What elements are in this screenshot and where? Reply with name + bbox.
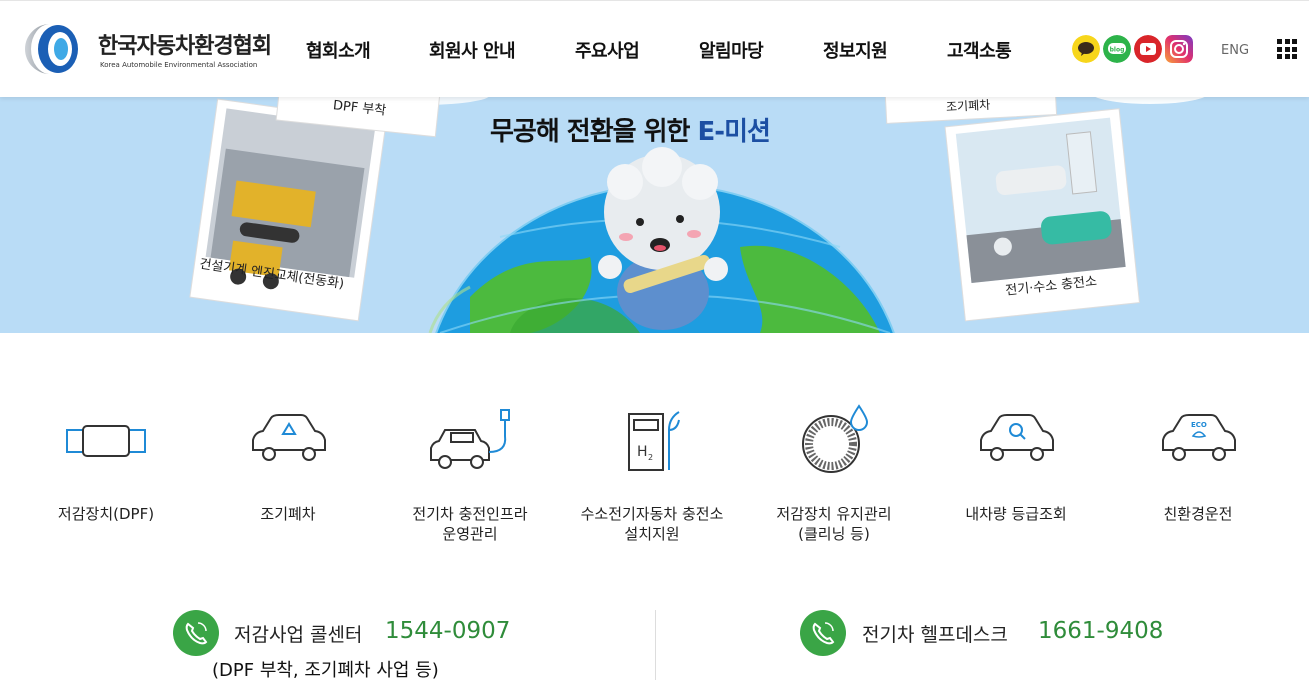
hero-title-accent: E-미션 (697, 117, 771, 147)
hydrogen-station-icon: H 2 (628, 411, 680, 471)
service-label: 저감장치 유지관리 (클리닝 등) (776, 505, 892, 543)
all-menu-icon[interactable] (1277, 39, 1297, 59)
ev-charging-car-icon (430, 409, 510, 469)
contact-number[interactable]: 1544-0907 (385, 618, 510, 644)
service-shortcuts: 저감장치(DPF) 조기폐차 전기차 충전인프라 운영관리 H 2 수소전기자동… (0, 400, 1309, 550)
hero-banner[interactable]: 건설기계 엔진교체(전동화) DPF 부착 조기폐차 전기·수소 충전소 무공해… (0, 97, 1309, 333)
svg-text:blog: blog (1110, 47, 1125, 54)
service-label: 수소전기자동차 충전소 설치지원 (580, 505, 724, 543)
svg-text:H: H (637, 444, 648, 460)
logo-mark-icon (24, 23, 78, 74)
filter-cleaning-icon (802, 404, 869, 473)
hero-title-main: 무공해 전환을 위한 (490, 117, 698, 147)
contact-number[interactable]: 1661-9408 (1038, 618, 1163, 644)
youtube-icon[interactable] (1134, 35, 1162, 63)
kakao-icon[interactable] (1072, 35, 1100, 63)
dpf-filter-icon (66, 425, 146, 457)
nav-item-about[interactable]: 협회소개 (306, 37, 371, 63)
phone-icon (173, 610, 219, 656)
logo-title: 한국자동차환경협회 (98, 34, 272, 59)
service-label: 전기차 충전인프라 운영관리 (412, 505, 528, 543)
nav-item-notice[interactable]: 알림마당 (699, 37, 764, 63)
nav-item-info[interactable]: 정보지원 (823, 37, 888, 63)
language-switch-eng[interactable]: ENG (1221, 43, 1249, 58)
card-caption-top-right: 조기폐차 (945, 97, 991, 115)
logo-subtitle: Korea Automobile Environmental Associati… (100, 61, 258, 69)
svg-text:ECO: ECO (1191, 421, 1207, 429)
service-ev-charging[interactable]: 전기차 충전인프라 운영관리 (380, 400, 560, 543)
service-label: 내차량 등급조회 (965, 505, 1067, 523)
blog-icon[interactable]: blog (1103, 35, 1131, 63)
contact-label: 전기차 헬프데스크 (862, 624, 1008, 646)
instagram-icon[interactable] (1165, 35, 1193, 63)
car-recycle-icon (252, 414, 326, 461)
contact-dpf-callcenter: 저감사업 콜센터 1544-0907 (DPF 부착, 조기폐차 사업 등) (0, 608, 655, 688)
hero-title: 무공해 전환을 위한 E-미션 (490, 111, 771, 148)
service-early-scrap[interactable]: 조기폐차 (198, 400, 378, 523)
service-dpf-maintenance[interactable]: 저감장치 유지관리 (클리닝 등) (744, 400, 924, 543)
service-vehicle-grade[interactable]: 내차량 등급조회 (926, 400, 1106, 523)
service-label: 조기폐차 (260, 505, 316, 523)
site-logo[interactable]: 한국자동차환경협회 Korea Automobile Environmental… (16, 21, 276, 79)
service-hydrogen[interactable]: H 2 수소전기자동차 충전소 설치지원 (562, 400, 742, 543)
eco-car-icon: ECO (1162, 414, 1236, 461)
contact-note: (DPF 부착, 조기폐차 사업 등) (212, 660, 439, 681)
car-search-icon (980, 414, 1054, 461)
nav-item-business[interactable]: 주요사업 (575, 37, 640, 63)
svg-text:2: 2 (648, 453, 653, 462)
service-eco-driving[interactable]: ECO 친환경운전 (1108, 400, 1288, 523)
nav-item-members[interactable]: 회원사 안내 (429, 37, 516, 63)
contact-label: 저감사업 콜센터 (234, 624, 363, 646)
contact-ev-helpdesk: 전기차 헬프데스크 1661-9408 (656, 608, 1309, 688)
phone-icon (800, 610, 846, 656)
service-label: 친환경운전 (1163, 505, 1233, 523)
nav-item-customer[interactable]: 고객소통 (947, 37, 1012, 63)
service-dpf[interactable]: 저감장치(DPF) (16, 400, 196, 523)
site-header: 한국자동차환경협회 Korea Automobile Environmental… (0, 0, 1309, 97)
service-label: 저감장치(DPF) (57, 505, 155, 523)
